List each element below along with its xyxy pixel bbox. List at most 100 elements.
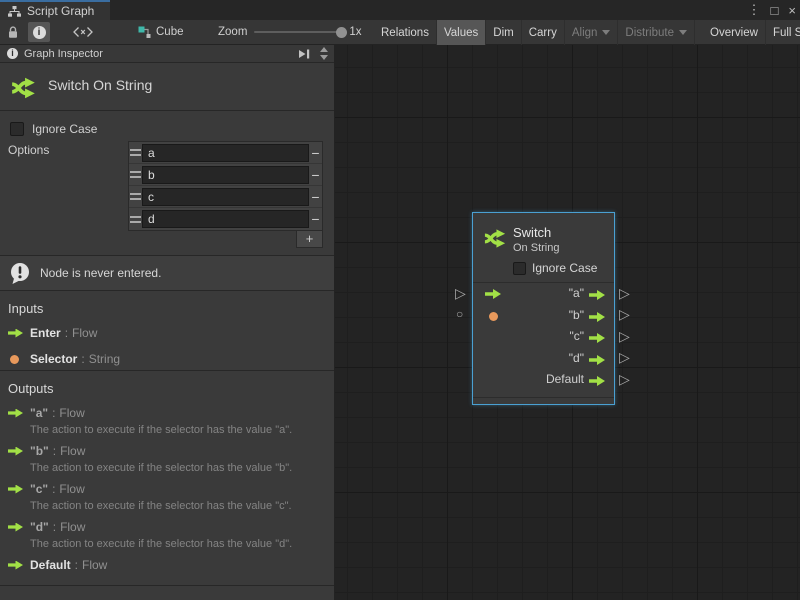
drag-handle-icon[interactable] (129, 193, 142, 200)
window-maximize-button[interactable]: □ (771, 3, 779, 18)
node-port-label-default: Default (546, 372, 584, 386)
flow-port-icon (8, 561, 23, 570)
node-output-port-c[interactable] (589, 331, 605, 345)
info-icon: i (33, 26, 46, 39)
dock-panel-icon[interactable] (297, 48, 311, 60)
external-flow-port-triangle[interactable]: ▷ (619, 350, 630, 364)
output-port-c: "c" : Flow (8, 482, 334, 496)
graph-inspector-panel: i Graph Inspector Switch On String (0, 45, 335, 600)
graph-canvas[interactable]: Switch On String Ignore Case "a" "b (335, 45, 800, 600)
output-port-b: "b" : Flow (8, 444, 334, 458)
node-enter-port[interactable] (485, 287, 501, 301)
toolbar-button-align[interactable]: Align (565, 20, 619, 45)
panel-resize-stepper[interactable] (317, 47, 331, 60)
lock-button[interactable] (2, 22, 24, 42)
lock-icon (7, 26, 19, 39)
node-ignore-case-checkbox[interactable] (513, 262, 526, 275)
switch-on-string-node[interactable]: Switch On String Ignore Case "a" "b (472, 212, 615, 405)
options-list: − − − − (128, 141, 323, 231)
option-input[interactable] (142, 166, 309, 184)
remove-option-button[interactable]: − (309, 209, 322, 229)
external-flow-port-triangle[interactable]: ▷ (619, 372, 630, 386)
node-footer (473, 397, 614, 404)
inputs-section: Inputs Enter : Flow Selector : String (0, 291, 334, 371)
external-flow-port-triangle[interactable]: ▷ (619, 307, 630, 321)
option-row: − (129, 164, 322, 186)
properties-section: Ignore Case Options − − − (0, 111, 334, 256)
flow-port-icon (8, 447, 23, 456)
zoom-value: 1x (349, 26, 361, 38)
node-output-port-a[interactable] (589, 288, 605, 302)
switch-node-icon (483, 226, 508, 251)
node-title: Switch (513, 225, 551, 240)
input-port-enter: Enter : Flow (8, 326, 334, 340)
warning-text: Node is never entered. (40, 266, 161, 280)
add-option-button[interactable]: + (296, 231, 323, 248)
zoom-slider-handle[interactable] (336, 27, 347, 38)
node-selector-port[interactable] (487, 309, 498, 323)
option-row: − (129, 186, 322, 208)
node-output-port-d[interactable] (589, 353, 605, 367)
options-label: Options (8, 143, 49, 157)
port-description: The action to execute if the selector ha… (30, 462, 334, 474)
window-close-button[interactable]: × (788, 3, 796, 18)
option-input[interactable] (142, 144, 309, 162)
inspector-header-title: Graph Inspector (24, 48, 103, 60)
external-flow-port-triangle[interactable]: ▷ (619, 329, 630, 343)
node-output-port-default[interactable] (589, 374, 605, 388)
node-port-label-c: "c" (569, 329, 584, 343)
edit-script-button[interactable] (72, 22, 94, 42)
graph-breadcrumb[interactable]: Cube (138, 20, 184, 44)
external-value-port-circle[interactable]: ○ (456, 307, 463, 321)
string-port-icon (10, 355, 19, 364)
drag-handle-icon[interactable] (129, 216, 142, 223)
inspector-empty-area (0, 586, 334, 600)
arrow-down-icon (320, 55, 328, 60)
flow-port-icon (485, 289, 501, 299)
remove-option-button[interactable]: − (309, 143, 322, 163)
inspector-header: i Graph Inspector (0, 45, 334, 63)
node-ignore-case-label: Ignore Case (532, 261, 597, 275)
toolbar-button-relations[interactable]: Relations (374, 20, 437, 45)
string-port-icon (489, 312, 498, 321)
chevron-down-icon (679, 30, 687, 35)
remove-option-button[interactable]: − (309, 187, 322, 207)
external-flow-port-triangle[interactable]: ▷ (619, 286, 630, 300)
toolbar-button-distribute[interactable]: Distribute (618, 20, 695, 45)
toolbar-button-overview[interactable]: Overview (703, 20, 766, 45)
flow-port-icon (8, 409, 23, 418)
graph-toolbar: i Cube Zoom 1x Relations Values Dim Carr… (0, 20, 800, 45)
drag-handle-icon[interactable] (129, 149, 142, 156)
tab-title: Script Graph (27, 4, 94, 18)
toolbar-button-carry[interactable]: Carry (522, 20, 565, 45)
node-output-port-b[interactable] (589, 310, 605, 324)
warning-bubble-icon (9, 262, 31, 285)
node-header: Switch On String Ignore Case (473, 213, 614, 283)
remove-option-button[interactable]: − (309, 165, 322, 185)
flow-port-icon (589, 290, 605, 300)
toolbar-button-full-screen[interactable]: Full Screen (766, 20, 800, 45)
inputs-header: Inputs (8, 301, 334, 316)
drag-handle-icon[interactable] (129, 171, 142, 178)
external-flow-port-triangle[interactable]: ▷ (455, 286, 466, 300)
flow-port-icon (589, 376, 605, 386)
input-port-selector: Selector : String (8, 352, 334, 366)
ignore-case-checkbox[interactable] (10, 122, 24, 136)
node-body: "a" "b" "c" "d" Default (473, 283, 614, 397)
port-description: The action to execute if the selector ha… (30, 538, 334, 550)
script-graph-asset-icon (138, 26, 151, 38)
toolbar-button-values[interactable]: Values (437, 20, 486, 45)
window-menu-button[interactable]: ⋮ (748, 2, 761, 18)
inspector-node-title: Switch On String (48, 74, 152, 93)
warning-banner: Node is never entered. (0, 256, 334, 291)
tab-script-graph[interactable]: Script Graph (0, 0, 110, 20)
port-description: The action to execute if the selector ha… (30, 424, 334, 436)
option-input[interactable] (142, 210, 309, 228)
inspector-toggle-button[interactable]: i (28, 22, 50, 42)
outputs-header: Outputs (8, 381, 334, 396)
toolbar-button-dim[interactable]: Dim (486, 20, 521, 45)
option-input[interactable] (142, 188, 309, 206)
node-port-label-b: "b" (569, 308, 584, 322)
arrow-up-icon (320, 47, 328, 52)
zoom-slider[interactable] (254, 31, 342, 33)
